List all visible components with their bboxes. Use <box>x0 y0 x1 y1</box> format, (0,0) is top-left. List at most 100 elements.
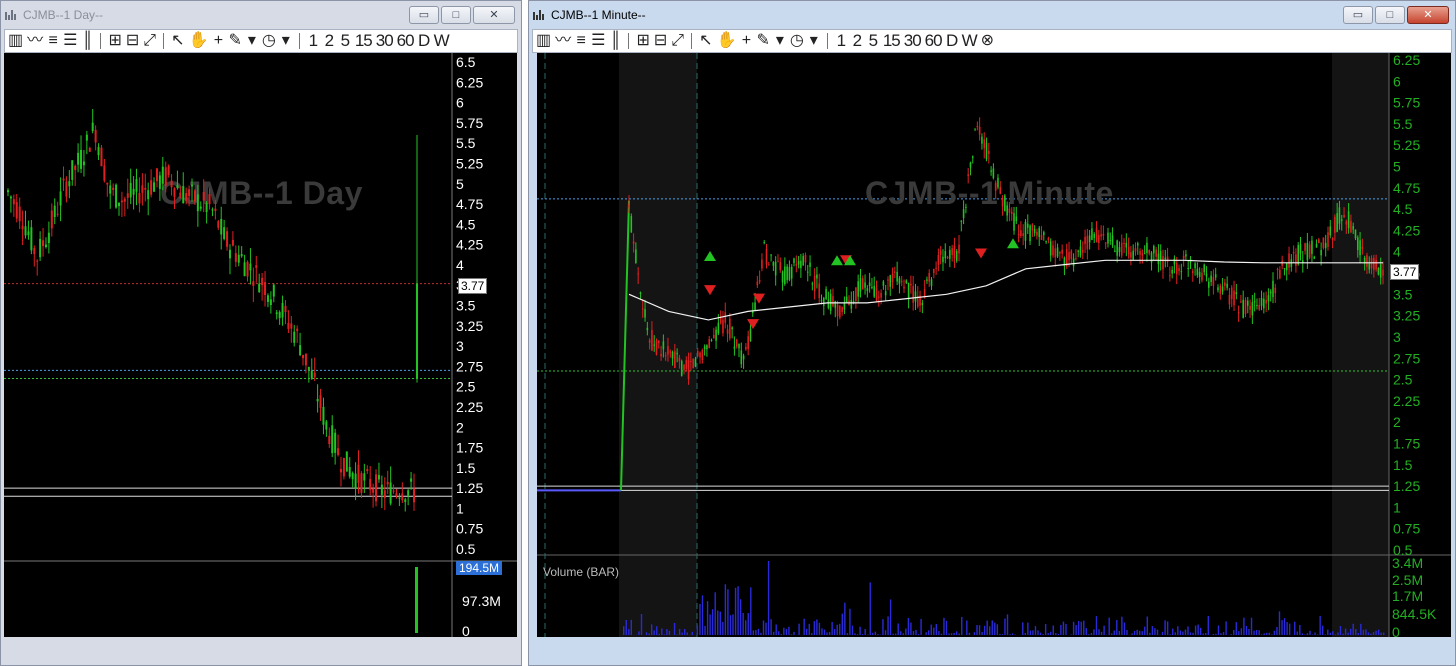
timeframe-W[interactable]: W <box>434 30 450 52</box>
volume-bar <box>869 582 871 635</box>
cursor-icon[interactable]: ↖ <box>171 30 184 52</box>
timeframe-15[interactable]: 15 <box>883 30 901 52</box>
candle <box>692 359 694 369</box>
bars-icon[interactable]: ▥ <box>536 30 551 52</box>
timeframe-D[interactable]: D <box>946 30 958 52</box>
candle <box>690 360 692 362</box>
menu-icon[interactable]: ☰ <box>591 30 605 52</box>
minimize-button[interactable]: ▭ <box>1343 6 1373 24</box>
candle <box>1244 299 1247 314</box>
hand-icon[interactable]: ✋ <box>717 30 737 52</box>
candle <box>275 312 278 315</box>
crosshair-icon[interactable]: + <box>740 30 752 52</box>
minute-chart[interactable]: 6.2565.755.55.2554.754.54.2543.753.53.25… <box>537 53 1451 637</box>
close-button[interactable]: ✕ <box>473 6 515 24</box>
price-tick-label: 1.75 <box>1393 435 1420 451</box>
maximize-button[interactable]: □ <box>1375 6 1405 24</box>
chart-watermark: CJMB--1 Minute <box>865 175 1114 211</box>
volume-bar <box>729 615 732 635</box>
timeframe-2[interactable]: 2 <box>851 30 863 52</box>
volume-bar <box>894 633 897 635</box>
timeframe-D[interactable]: D <box>418 30 430 52</box>
volume-bar <box>1304 634 1306 635</box>
candle <box>1368 263 1371 270</box>
candle <box>1171 269 1173 274</box>
volume-bar <box>1085 628 1088 635</box>
list-icon[interactable]: ≡ <box>47 30 59 52</box>
candle <box>722 319 724 334</box>
fit-icon[interactable]: ⤢ <box>143 30 156 52</box>
volume-bar <box>917 633 920 635</box>
clock-icon[interactable]: ◷ <box>262 30 276 52</box>
volume-bar <box>1273 630 1276 635</box>
close-chart-icon[interactable]: ⊗ <box>981 30 994 52</box>
minimize-button[interactable]: ▭ <box>409 6 439 24</box>
price-tick-label: 3.25 <box>456 318 483 334</box>
volume-bar <box>811 633 813 635</box>
dropdown-icon[interactable]: ▾ <box>808 30 820 52</box>
pen-icon[interactable]: ✎ <box>228 30 241 52</box>
volume-bar <box>933 627 935 635</box>
candle <box>328 435 331 445</box>
candle <box>112 187 115 190</box>
timeframe-1[interactable]: 1 <box>307 30 319 52</box>
candle <box>44 244 47 248</box>
bars-icon[interactable]: ▥ <box>8 30 23 52</box>
volume-bar <box>839 623 841 635</box>
daily-chart-canvas[interactable]: 6.56.2565.755.55.2554.754.54.2543.753.53… <box>4 53 517 637</box>
volume-bar <box>1060 624 1062 635</box>
close-button[interactable]: ✕ <box>1407 6 1449 24</box>
clock-icon[interactable]: ◷ <box>790 30 804 52</box>
fit-icon[interactable]: ⤢ <box>671 30 684 52</box>
columns-icon[interactable]: ║ <box>609 30 621 52</box>
candle <box>648 340 651 343</box>
dropdown-icon[interactable]: ▾ <box>774 30 786 52</box>
cursor-icon[interactable]: ↖ <box>699 30 712 52</box>
candle <box>220 218 223 235</box>
pen-icon[interactable]: ✎ <box>756 30 769 52</box>
title-bar[interactable]: CJMB--1 Day-- ▭ □ ✕ <box>1 1 521 29</box>
candle <box>249 263 252 271</box>
minute-chart-window[interactable]: CJMB--1 Minute-- ▭ □ ✕ ▥ 〰 ≡ ☰ ║ ⊞ ⊟ ⤢ ↖ ✋ + ✎ ▾ ◷ ▾ 1 2… <box>528 0 1456 666</box>
zoom-out-icon[interactable]: ⊟ <box>126 30 139 52</box>
timeframe-60[interactable]: 60 <box>397 30 415 52</box>
timeframe-2[interactable]: 2 <box>323 30 335 52</box>
candle <box>974 129 976 131</box>
hand-icon[interactable]: ✋ <box>189 30 209 52</box>
timeframe-5[interactable]: 5 <box>867 30 879 52</box>
zoom-in-icon[interactable]: ⊞ <box>636 30 649 52</box>
timeframe-15[interactable]: 15 <box>355 30 373 52</box>
candle <box>252 281 255 286</box>
daily-chart[interactable]: CJMB--1 Day 6.5 6.25 6 5.75 5.5 5.25 5 4.75 4.5 4… <box>4 53 517 637</box>
timeframe-W[interactable]: W <box>962 30 978 52</box>
daily-chart-window[interactable]: CJMB--1 Day-- ▭ □ ✕ ▥ 〰 ≡ ☰ ║ ⊞ ⊟ ⤢ ↖ ✋ + ✎ ▾ ◷ ▾ 1 2 5 15… <box>0 0 522 666</box>
timeframe-30[interactable]: 30 <box>376 30 394 52</box>
candle <box>1088 235 1091 243</box>
minute-chart-canvas[interactable]: 6.2565.755.55.2554.754.54.2543.753.53.25… <box>537 53 1451 637</box>
dropdown-icon[interactable]: ▾ <box>280 30 292 52</box>
title-bar[interactable]: CJMB--1 Minute-- ▭ □ ✕ <box>529 1 1455 29</box>
price-tick-label: 5.25 <box>1393 137 1420 153</box>
timeframe-5[interactable]: 5 <box>339 30 351 52</box>
candle <box>1329 226 1332 236</box>
candle <box>990 170 992 172</box>
dropdown-icon[interactable]: ▾ <box>246 30 258 52</box>
volume-bar <box>699 603 701 635</box>
menu-icon[interactable]: ☰ <box>63 30 77 52</box>
timeframe-1[interactable]: 1 <box>835 30 847 52</box>
zoom-out-icon[interactable]: ⊟ <box>654 30 667 52</box>
volume-bar <box>1179 630 1182 635</box>
candle <box>363 473 366 481</box>
timeframe-60[interactable]: 60 <box>925 30 943 52</box>
volume-bar <box>1202 633 1204 635</box>
columns-icon[interactable]: ║ <box>81 30 93 52</box>
zoom-in-icon[interactable]: ⊞ <box>108 30 121 52</box>
maximize-button[interactable]: □ <box>441 6 471 24</box>
list-icon[interactable]: ≡ <box>575 30 587 52</box>
timeframe-30[interactable]: 30 <box>904 30 922 52</box>
line-icon[interactable]: 〰 <box>27 30 43 52</box>
crosshair-icon[interactable]: + <box>212 30 224 52</box>
volume-bar <box>1103 625 1105 635</box>
line-icon[interactable]: 〰 <box>555 30 571 52</box>
candle <box>404 499 407 502</box>
